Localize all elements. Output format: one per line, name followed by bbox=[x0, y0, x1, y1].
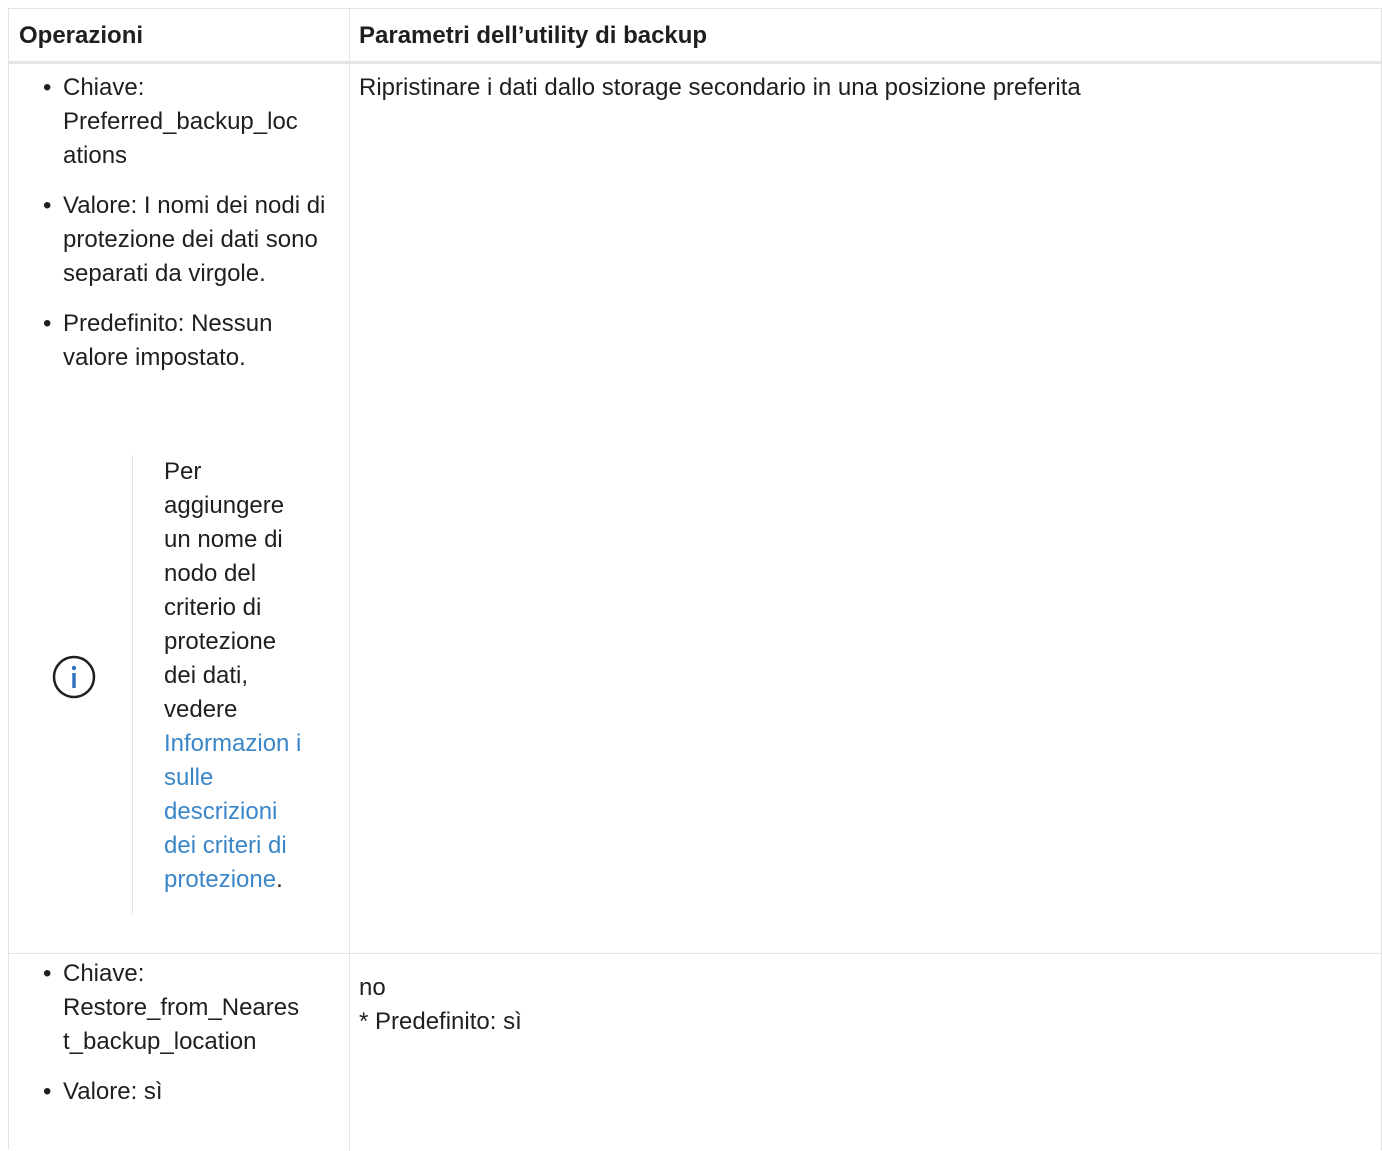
note-text-after: . bbox=[276, 866, 283, 893]
row2-parameter-cell: no * Predefinito: sì bbox=[359, 971, 1359, 1039]
row2-parameter-default: * Predefinito: sì bbox=[359, 1008, 522, 1035]
row1-operations-cell: • Chiave: Preferred_backup_loc ations • Va… bbox=[19, 71, 344, 391]
list-item: • Chiave: Restore_from_Neares t_backup_lo… bbox=[43, 960, 300, 1055]
row2-value-text: Valore: sì bbox=[63, 1078, 163, 1105]
row1-key-text: Chiave: Preferred_backup_loc ations bbox=[63, 74, 298, 169]
row2-operations-cell: • Chiave: Restore_from_Neares t_backup_lo… bbox=[19, 957, 344, 1125]
row1-parameter-cell: Ripristinare i dati dallo storage second… bbox=[359, 74, 1081, 101]
column-header-parameters: Parametri dell’utility di backup bbox=[359, 22, 708, 49]
list-item: • Predefinito: Nessun valore impostato. bbox=[43, 310, 273, 371]
column-header-operations: Operazioni bbox=[19, 22, 144, 49]
list-item: • Chiave: Preferred_backup_loc ations bbox=[43, 74, 298, 169]
column-divider bbox=[349, 9, 350, 1151]
note-text-before: Per aggiungere un nome di nodo del crite… bbox=[164, 458, 285, 723]
table-header-row: Operazioni Parametri dell’utility di bac… bbox=[9, 9, 1381, 64]
row1-value-text: Valore: I nomi dei nodi di protezione de… bbox=[63, 192, 326, 287]
list-item: • Valore: I nomi dei nodi di protezione d… bbox=[43, 192, 326, 287]
row1-operations-list: • Chiave: Preferred_backup_loc ations • Va… bbox=[19, 71, 344, 375]
note-text: Per aggiungere un nome di nodo del crite… bbox=[164, 455, 314, 897]
row2-parameter-line: no bbox=[359, 974, 386, 1001]
row1-default-text: Predefinito: Nessun valore impostato. bbox=[63, 310, 273, 371]
info-note: Per aggiungere un nome di nodo del crite… bbox=[19, 455, 344, 915]
note-divider bbox=[132, 455, 133, 915]
row2-operations-list: • Chiave: Restore_from_Neares t_backup_lo… bbox=[19, 957, 344, 1109]
row-divider bbox=[9, 953, 1381, 954]
list-item: • Valore: sì bbox=[43, 1078, 163, 1105]
parameters-table: Operazioni Parametri dell’utility di bac… bbox=[8, 8, 1382, 1151]
info-icon bbox=[52, 655, 96, 699]
row2-key-text: Chiave: Restore_from_Neares t_backup_loc… bbox=[63, 960, 300, 1055]
